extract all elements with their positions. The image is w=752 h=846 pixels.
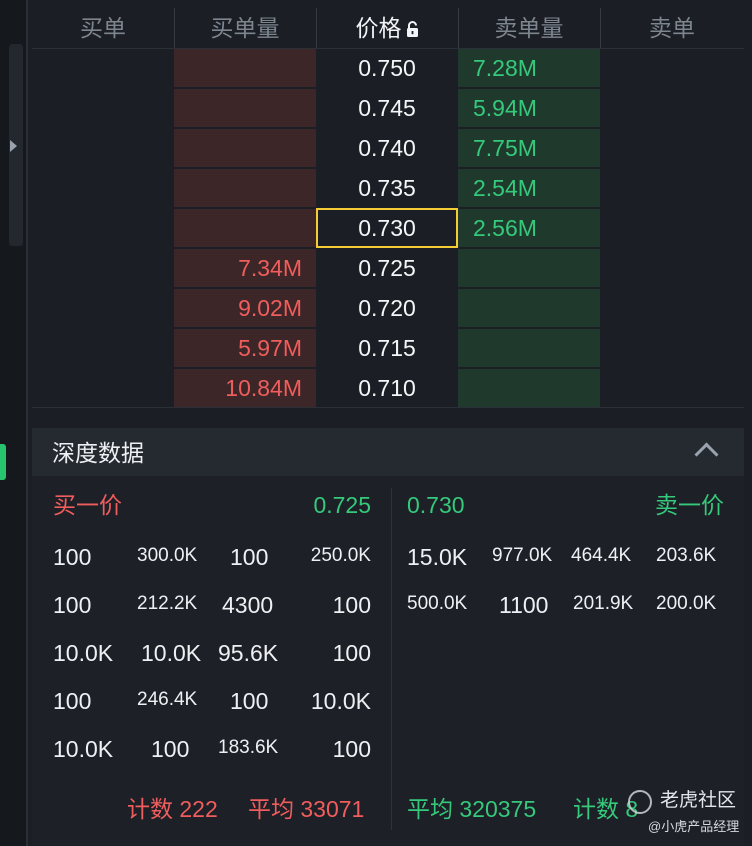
ask-order: 15.0K xyxy=(407,544,468,570)
bid-order: 100 xyxy=(151,736,190,762)
bid-volume: 10.84M xyxy=(225,375,302,401)
depth-divider xyxy=(391,488,392,830)
watermark-text: 老虎社区 xyxy=(660,790,737,811)
ask-volume: 2.56M xyxy=(473,215,537,241)
price-level[interactable]: 0.740 xyxy=(316,128,458,168)
bid-volume xyxy=(174,128,302,168)
ask-best-label: 卖一价 xyxy=(655,492,724,518)
bid-order: 4300 xyxy=(222,592,274,618)
bid-volume xyxy=(174,168,302,208)
ask-volume xyxy=(473,248,593,288)
bid-order: 100 xyxy=(332,736,371,762)
order-row[interactable]: 0.750 7.28M xyxy=(32,48,744,88)
ask-order: 464.4K xyxy=(571,545,632,566)
active-indicator xyxy=(0,444,6,480)
order-row[interactable]: 9.02M 0.720 xyxy=(32,288,744,328)
bid-volume xyxy=(174,48,302,88)
price-level[interactable]: 0.745 xyxy=(316,88,458,128)
header-buy-orders: 买单 xyxy=(80,15,126,41)
price-level[interactable]: 0.720 xyxy=(316,288,458,328)
bid-best-label: 买一价 xyxy=(53,492,122,518)
bid-order: 183.6K xyxy=(218,737,279,758)
bid-order: 300.0K xyxy=(137,545,198,566)
price-level[interactable]: 0.710 xyxy=(316,368,458,408)
order-row[interactable]: 0.745 5.94M xyxy=(32,88,744,128)
bid-order: 100 xyxy=(332,592,371,618)
ask-order: 1100 xyxy=(499,592,549,618)
ask-volume: 7.75M xyxy=(473,135,537,161)
ask-order: 500.0K xyxy=(407,593,468,614)
bid-order: 10.0K xyxy=(53,640,114,666)
order-row-selected[interactable]: 0.730 2.56M xyxy=(32,208,744,248)
ask-volume: 5.94M xyxy=(473,95,537,121)
ask-volume xyxy=(473,368,593,408)
ask-volume: 2.54M xyxy=(473,175,537,201)
order-row[interactable]: 7.34M 0.725 xyxy=(32,248,744,288)
ask-best-price: 0.730 xyxy=(407,492,465,518)
price-level-selected[interactable]: 0.730 xyxy=(316,208,458,248)
price-level[interactable]: 0.715 xyxy=(316,328,458,368)
ask-order: 203.6K xyxy=(656,545,717,566)
bid-order: 100 xyxy=(230,688,269,714)
bid-volume xyxy=(174,88,302,128)
order-row[interactable]: 0.740 7.75M xyxy=(32,128,744,168)
bid-volume: 5.97M xyxy=(238,335,302,361)
depth-title: 深度数据 xyxy=(52,440,144,466)
bid-order: 10.0K xyxy=(310,688,371,714)
bid-order: 95.6K xyxy=(218,640,279,666)
bid-best-price: 0.725 xyxy=(313,492,371,518)
ask-order: 977.0K xyxy=(492,545,553,566)
order-book: 买单 买单量 价格 卖单量 卖单 0.750 7.28M 0.745 5.94M… xyxy=(32,8,744,408)
price-level[interactable]: 0.750 xyxy=(316,48,458,88)
header-sell-volume: 卖单量 xyxy=(494,15,564,41)
header-price[interactable]: 价格 xyxy=(316,8,458,48)
bid-order: 212.2K xyxy=(137,593,198,614)
bid-order: 10.0K xyxy=(141,640,202,666)
watermark-handle: @小虎产品经理 xyxy=(648,819,740,834)
order-row[interactable]: 0.735 2.54M xyxy=(32,168,744,208)
bid-order: 100 xyxy=(332,640,371,666)
order-row[interactable]: 10.84M 0.710 xyxy=(32,368,744,408)
unlock-icon[interactable] xyxy=(406,21,419,37)
bid-order: 100 xyxy=(53,688,92,714)
header-sell-orders: 卖单 xyxy=(649,15,695,41)
ask-average: 平均 320375 xyxy=(407,796,537,822)
ask-order: 200.0K xyxy=(656,593,717,614)
caret-right-icon[interactable] xyxy=(10,140,17,152)
ask-volume xyxy=(473,288,593,328)
ask-volume: 7.28M xyxy=(473,55,537,81)
ask-volume xyxy=(473,328,593,368)
bid-volume xyxy=(174,208,302,248)
order-row[interactable]: 5.97M 0.715 xyxy=(32,328,744,368)
header-buy-volume: 买单量 xyxy=(210,15,280,41)
row-divider xyxy=(32,407,744,408)
bid-order: 246.4K xyxy=(137,689,198,710)
ask-order: 201.9K xyxy=(573,593,634,614)
bid-order: 100 xyxy=(53,544,92,570)
bid-volume: 9.02M xyxy=(238,295,302,321)
bid-volume: 7.34M xyxy=(238,255,302,281)
price-level[interactable]: 0.725 xyxy=(316,248,458,288)
price-level[interactable]: 0.735 xyxy=(316,168,458,208)
bid-count: 计数 222 xyxy=(127,796,218,822)
bid-average: 平均 33071 xyxy=(248,796,365,822)
bid-order: 250.0K xyxy=(310,545,371,566)
watermark-logo xyxy=(628,790,652,814)
bid-order: 100 xyxy=(230,544,269,570)
sidebar-divider[interactable] xyxy=(26,0,28,846)
bid-order: 10.0K xyxy=(53,736,114,762)
header-price-label: 价格 xyxy=(355,15,402,41)
bid-order: 100 xyxy=(53,592,92,618)
